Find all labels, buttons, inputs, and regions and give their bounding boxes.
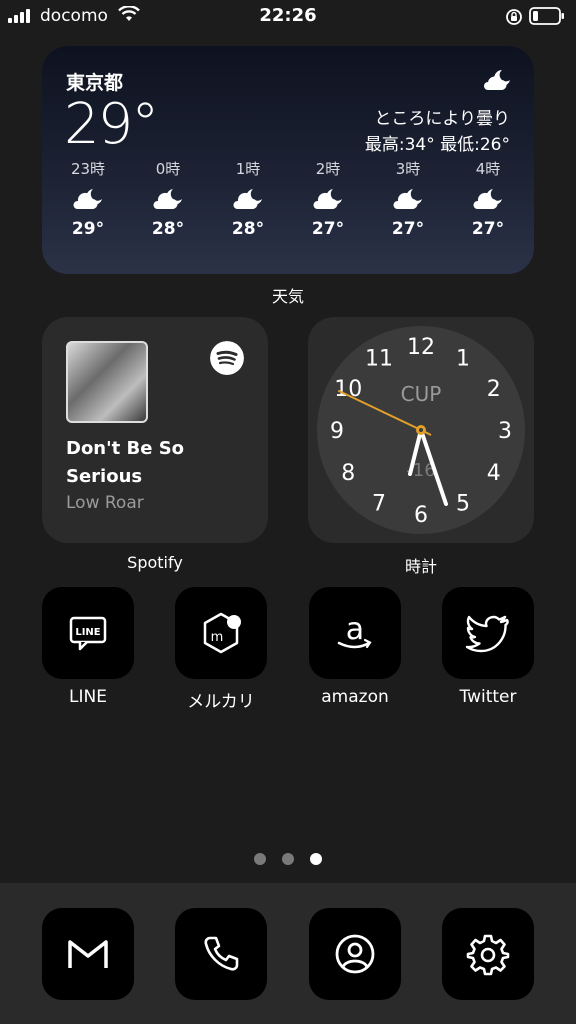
mercari-icon: m xyxy=(203,612,241,654)
clock-numeral: 9 xyxy=(330,419,344,444)
hourly-item: 4時 27° xyxy=(456,158,520,239)
app-label-twitter: Twitter xyxy=(459,687,517,707)
hour-temp: 27° xyxy=(391,219,425,239)
spotify-icon xyxy=(210,341,244,375)
page-dot[interactable] xyxy=(254,853,266,865)
line-icon: LINE xyxy=(69,616,107,651)
app-label-amazon: amazon xyxy=(321,687,389,707)
line-app[interactable]: LINE xyxy=(42,587,134,679)
gmail-app[interactable] xyxy=(42,908,134,1000)
clock-numeral: 7 xyxy=(372,492,386,517)
clock-city: CUP xyxy=(401,382,442,406)
cloud-moon-icon xyxy=(473,189,502,209)
twitter-app[interactable] xyxy=(442,587,534,679)
album-art xyxy=(66,341,148,423)
hour-label: 0時 xyxy=(155,160,181,178)
clock-numeral: 4 xyxy=(487,461,501,486)
mercari-app[interactable]: m xyxy=(175,587,267,679)
weather-high-low: 最高:34° 最低:26° xyxy=(364,135,510,155)
hour-temp: 28° xyxy=(151,219,185,239)
clock-widget-label: 時計 xyxy=(404,557,437,576)
contacts-icon xyxy=(335,934,375,974)
clock-numeral: 12 xyxy=(407,335,435,360)
hour-temp: 28° xyxy=(231,219,265,239)
song-title: Don't Be So Serious xyxy=(66,438,185,487)
cloud-moon-icon xyxy=(393,189,422,209)
cloud-moon-icon xyxy=(73,189,102,209)
page-dot[interactable] xyxy=(282,853,294,865)
weather-city: 東京都 xyxy=(66,72,124,94)
hour-label: 2時 xyxy=(315,160,341,178)
svg-text:a: a xyxy=(346,612,364,647)
hour-temp: 27° xyxy=(471,219,505,239)
app-label-line: LINE xyxy=(69,687,107,707)
hourly-item: 3時 27° xyxy=(376,158,440,239)
weather-widget[interactable]: 東京都 29° ところにより曇り 最高:34° 最低:26° 23時 29° 0… xyxy=(42,46,534,274)
amazon-app[interactable]: a xyxy=(309,587,401,679)
clock-numeral: 3 xyxy=(498,419,512,444)
phone-app[interactable] xyxy=(175,908,267,1000)
cloud-moon-icon xyxy=(484,70,510,90)
clock-numeral: 5 xyxy=(456,492,470,517)
settings-app[interactable] xyxy=(442,908,534,1000)
hour-temp: 27° xyxy=(311,219,345,239)
cloud-moon-icon xyxy=(153,189,182,209)
weather-widget-label: 天気 xyxy=(271,287,304,306)
status-bar: docomo 22:26 xyxy=(0,0,576,34)
svg-text:LINE: LINE xyxy=(75,627,100,638)
artist-name: Low Roar xyxy=(66,493,144,513)
phone-icon xyxy=(204,936,239,971)
gmail-icon xyxy=(68,940,108,968)
clock-numeral: 6 xyxy=(414,503,428,528)
battery-icon xyxy=(529,7,564,25)
amazon-icon: a xyxy=(337,612,372,649)
hourly-item: 1時 28° xyxy=(216,158,280,239)
cloud-moon-icon xyxy=(313,189,342,209)
clock-numeral: 8 xyxy=(341,461,355,486)
weather-temperature: 29° xyxy=(64,92,159,157)
clock-numeral: 11 xyxy=(365,346,393,371)
hour-temp: 29° xyxy=(71,219,105,239)
svg-text:m: m xyxy=(211,630,224,645)
hour-label: 3時 xyxy=(395,160,421,178)
hour-label: 1時 xyxy=(235,160,261,178)
cloud-moon-icon xyxy=(233,189,262,209)
hour-label: 23時 xyxy=(70,160,106,178)
app-label-mercari: メルカリ xyxy=(187,692,255,712)
hourly-forecast: 23時 29° 0時 28° 1時 28° 2時 27° 3時 27° 4時 2… xyxy=(56,158,520,239)
status-time: 22:26 xyxy=(259,5,317,26)
twitter-icon xyxy=(465,615,509,653)
clock-numeral: 1 xyxy=(456,346,470,371)
hourly-item: 2時 27° xyxy=(296,158,360,239)
hour-label: 4時 xyxy=(475,160,501,178)
weather-condition: ところにより曇り xyxy=(374,109,510,129)
clock-numeral: 2 xyxy=(487,377,501,402)
clock-numeral: 10 xyxy=(334,377,362,402)
page-indicator[interactable] xyxy=(0,853,576,865)
page-dot-active[interactable] xyxy=(310,853,322,865)
contacts-app[interactable] xyxy=(309,908,401,1000)
hourly-item: 0時 28° xyxy=(136,158,200,239)
spotify-widget-label: Spotify xyxy=(127,553,183,572)
hourly-item: 23時 29° xyxy=(56,158,120,239)
clock-widget[interactable]: CUP -16 12 1 2 3 4 5 6 7 8 9 10 11 xyxy=(308,317,534,543)
spotify-widget[interactable]: Don't Be So Serious Low Roar xyxy=(42,317,268,543)
settings-icon xyxy=(466,934,510,976)
analog-clock: CUP -16 12 1234567891011 xyxy=(317,326,525,534)
orientation-lock-icon xyxy=(506,9,522,25)
